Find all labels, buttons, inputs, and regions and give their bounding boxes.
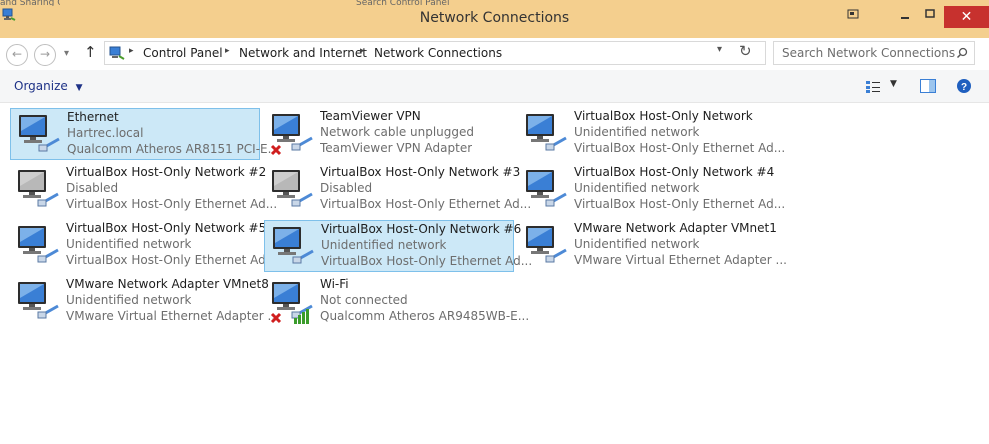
up-button[interactable]: ↑ bbox=[84, 43, 97, 61]
command-bar: Organize ▼ ▼ ? bbox=[0, 70, 989, 103]
adapter-item[interactable]: VirtualBox Host-Only Network Unidentified… bbox=[518, 108, 785, 160]
maximize-button[interactable] bbox=[920, 6, 940, 26]
adapter-device: VirtualBox Host-Only Ethernet Ad... bbox=[66, 253, 278, 267]
change-view-icon[interactable] bbox=[866, 81, 880, 93]
adapter-name: VirtualBox Host-Only Network #5 bbox=[66, 221, 267, 235]
adapter-device: VirtualBox Host-Only Ethernet Ad... bbox=[66, 197, 278, 211]
adapter-item[interactable]: VMware Network Adapter VMnet1 Unidentifie… bbox=[518, 220, 787, 272]
adapter-status: Hartrec.local bbox=[67, 126, 144, 140]
network-adapter-icon bbox=[19, 115, 60, 152]
adapter-status: Unidentified network bbox=[66, 237, 192, 251]
recent-locations-dropdown[interactable]: ▾ bbox=[64, 48, 69, 59]
adapter-status: Disabled bbox=[320, 181, 373, 195]
wifi-adapter-icon bbox=[270, 282, 313, 324]
title-bar: and Sharing Center Search Control Panel … bbox=[0, 0, 989, 38]
network-adapter-icon bbox=[18, 282, 59, 319]
refresh-button[interactable]: ↻ bbox=[739, 42, 752, 60]
adapter-name: VirtualBox Host-Only Network #2 bbox=[66, 165, 267, 179]
adapter-name: Ethernet bbox=[67, 110, 119, 124]
breadcrumb-separator-icon: ▸ bbox=[129, 46, 134, 56]
arrow-right-icon: → bbox=[39, 47, 51, 61]
breadcrumb-separator-icon[interactable]: ▸ bbox=[225, 46, 230, 56]
adapter-list: Ethernet Hartrec.local Qualcomm Atheros AR… bbox=[0, 103, 989, 444]
background-window-title: and Sharing Center bbox=[0, 0, 60, 6]
organize-button[interactable]: Organize ▼ bbox=[14, 79, 83, 93]
window-switch-icon[interactable] bbox=[846, 6, 860, 26]
view-options-dropdown[interactable]: ▼ bbox=[890, 79, 897, 89]
adapter-status: Disabled bbox=[66, 181, 119, 195]
disabled-network-adapter-icon bbox=[18, 170, 59, 207]
adapter-item[interactable]: VirtualBox Host-Only Network #4 Unidentif… bbox=[518, 164, 785, 216]
close-icon: ✕ bbox=[960, 9, 973, 25]
breadcrumb-network-connections[interactable]: Network Connections bbox=[374, 46, 502, 60]
adapter-item[interactable]: TeamViewer VPN Network cable unplugged Tea… bbox=[264, 108, 514, 160]
network-adapter-icon bbox=[273, 227, 314, 264]
adapter-device: VirtualBox Host-Only Ethernet Ad... bbox=[321, 254, 533, 268]
adapter-status: Unidentified network bbox=[574, 181, 700, 195]
adapter-status: Not connected bbox=[320, 293, 408, 307]
network-adapter-icon bbox=[526, 226, 567, 263]
address-dropdown[interactable]: ▾ bbox=[717, 44, 722, 55]
adapter-device: VMware Virtual Ethernet Adapter ... bbox=[574, 253, 787, 267]
refresh-icon: ↻ bbox=[739, 42, 752, 60]
close-button[interactable]: ✕ bbox=[944, 6, 989, 28]
network-adapter-icon bbox=[526, 114, 567, 151]
adapter-name: TeamViewer VPN bbox=[320, 109, 421, 123]
address-bar: ← → ▾ ↑ ▸ Control Panel ▸ Network and In… bbox=[0, 38, 989, 70]
chevron-down-icon: ▾ bbox=[64, 48, 70, 59]
window-title: Network Connections bbox=[419, 10, 570, 26]
breadcrumb-separator-icon[interactable]: ▸ bbox=[360, 46, 365, 56]
adapter-item[interactable]: VirtualBox Host-Only Network #2 Disabled V… bbox=[10, 164, 277, 216]
adapter-device: VirtualBox Host-Only Ethernet Ad... bbox=[574, 197, 786, 211]
adapter-device: VirtualBox Host-Only Ethernet Ad... bbox=[320, 197, 532, 211]
adapter-item[interactable]: Ethernet Hartrec.local Qualcomm Atheros AR… bbox=[10, 108, 279, 160]
breadcrumb-network-and-internet[interactable]: Network and Internet bbox=[239, 46, 367, 60]
adapter-status: Network cable unplugged bbox=[320, 125, 475, 139]
search-input[interactable]: Search Network Connections bbox=[782, 46, 955, 60]
adapter-name: VirtualBox Host-Only Network bbox=[574, 109, 753, 123]
organize-label: Organize bbox=[14, 79, 68, 93]
adapter-device: Qualcomm Atheros AR9485WB-E... bbox=[320, 309, 530, 323]
forward-button[interactable]: → bbox=[34, 44, 56, 66]
adapter-name: VMware Network Adapter VMnet1 bbox=[574, 221, 777, 235]
adapter-name: VirtualBox Host-Only Network #4 bbox=[574, 165, 775, 179]
adapter-status: Unidentified network bbox=[574, 125, 700, 139]
adapter-name: VirtualBox Host-Only Network #3 bbox=[320, 165, 521, 179]
back-button[interactable]: ← bbox=[6, 44, 28, 66]
disabled-network-adapter-icon bbox=[272, 170, 313, 207]
adapter-device: TeamViewer VPN Adapter bbox=[320, 141, 473, 155]
adapter-device: VirtualBox Host-Only Ethernet Ad... bbox=[574, 141, 786, 155]
arrow-left-icon: ← bbox=[11, 47, 23, 61]
network-adapter-icon bbox=[18, 226, 59, 263]
search-icon[interactable] bbox=[956, 47, 968, 59]
adapter-item[interactable]: VirtualBox Host-Only Network #6 Unidentif… bbox=[264, 220, 532, 272]
arrow-up-icon: ↑ bbox=[84, 43, 97, 61]
network-adapter-icon bbox=[526, 170, 567, 207]
search-box[interactable]: Search Network Connections bbox=[773, 41, 975, 65]
adapter-item[interactable]: VMware Network Adapter VMnet8 Unidentifie… bbox=[10, 276, 279, 328]
help-icon[interactable]: ? bbox=[956, 78, 972, 94]
adapter-item[interactable]: VirtualBox Host-Only Network #3 Disabled V… bbox=[264, 164, 531, 216]
network-adapter-icon bbox=[270, 114, 313, 156]
adapter-name: VMware Network Adapter VMnet8 bbox=[66, 277, 269, 291]
breadcrumb-control-panel[interactable]: Control Panel bbox=[143, 46, 223, 60]
adapter-device: Qualcomm Atheros AR8151 PCI-E... bbox=[67, 142, 280, 156]
adapter-status: Unidentified network bbox=[66, 293, 192, 307]
background-search-title: Search Control Panel bbox=[356, 0, 450, 6]
chevron-down-icon: ▼ bbox=[75, 83, 83, 93]
minimize-button[interactable] bbox=[895, 6, 915, 26]
network-folder-icon bbox=[109, 46, 125, 60]
address-field[interactable]: ▸ Control Panel ▸ Network and Internet ▸… bbox=[104, 41, 766, 65]
adapter-name: VirtualBox Host-Only Network #6 bbox=[321, 222, 522, 236]
adapter-status: Unidentified network bbox=[321, 238, 447, 252]
svg-text:?: ? bbox=[961, 82, 967, 93]
preview-pane-icon[interactable] bbox=[920, 79, 936, 93]
adapter-device: VMware Virtual Ethernet Adapter ... bbox=[66, 309, 279, 323]
adapter-item[interactable]: VirtualBox Host-Only Network #5 Unidentif… bbox=[10, 220, 277, 272]
adapter-item[interactable]: Wi-Fi Not connected Qualcomm Atheros AR948… bbox=[264, 276, 529, 328]
adapter-status: Unidentified network bbox=[574, 237, 700, 251]
adapter-name: Wi-Fi bbox=[320, 277, 349, 291]
